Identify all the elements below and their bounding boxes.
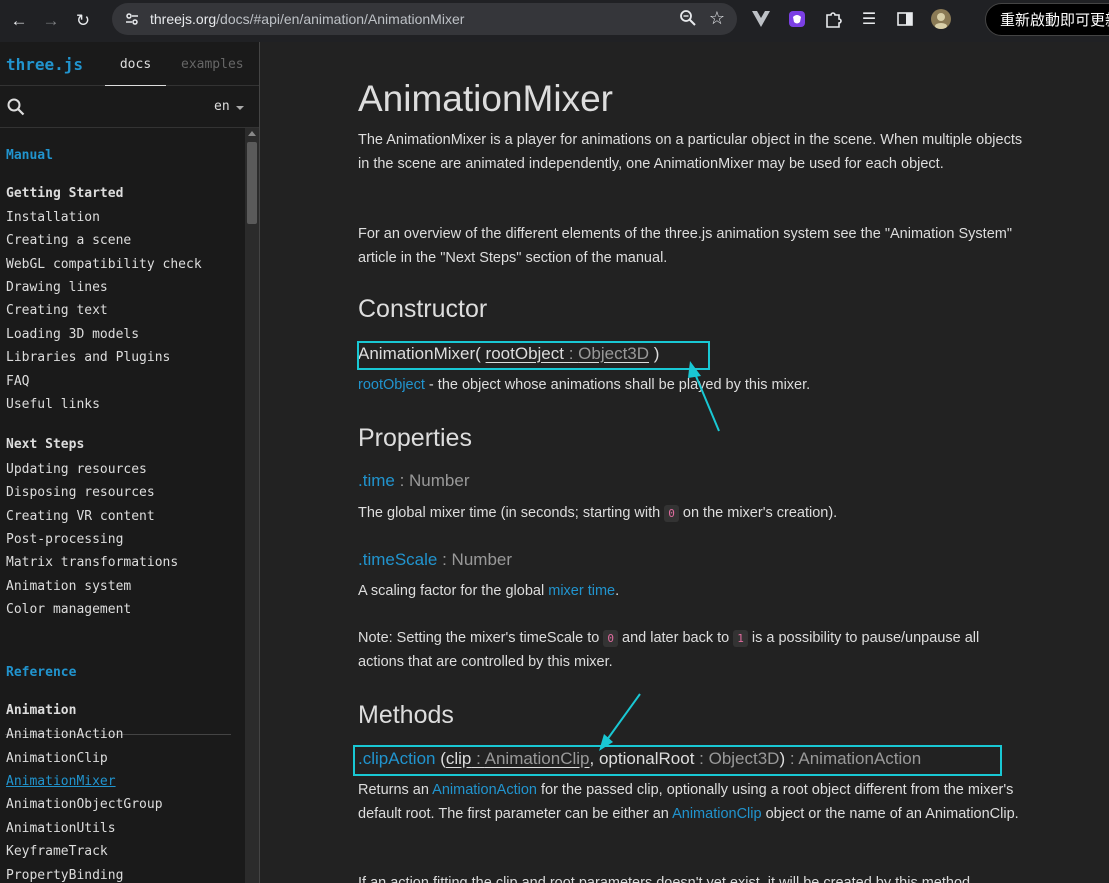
nav-item-updating-resources[interactable]: Updating resources (6, 462, 147, 477)
nav-item-color-management[interactable]: Color management (6, 602, 131, 617)
annotation-arrow-constructor (688, 361, 720, 432)
sidebar-scrollbar[interactable] (245, 128, 259, 883)
nav-section-reference[interactable]: Reference (6, 665, 76, 680)
back-icon[interactable]: ← (6, 8, 32, 34)
profile-avatar-icon[interactable] (930, 8, 952, 30)
address-bar[interactable]: threejs.org/docs/#api/en/animation/Anima… (112, 3, 737, 35)
nav-item-animationaction[interactable]: AnimationAction (6, 727, 123, 742)
nav-item-libraries-and-plugins[interactable]: Libraries and Plugins (6, 350, 170, 365)
nav-group-getting-started: Getting Started (6, 186, 124, 201)
nav-group-next-steps: Next Steps (6, 437, 85, 452)
doc-content: AnimationMixer The AnimationMixer is a p… (261, 42, 1109, 883)
restart-to-update-button[interactable]: 重新啟動即可更新 (985, 3, 1109, 36)
tab-examples[interactable]: examples (181, 57, 244, 72)
nav-item-animationutils[interactable]: AnimationUtils (6, 821, 116, 836)
chevron-down-icon[interactable] (236, 106, 244, 110)
nav-item-keyframetrack[interactable]: KeyframeTrack (6, 844, 108, 859)
forward-icon[interactable]: → (38, 8, 64, 34)
nav-item-creating-text[interactable]: Creating text (6, 303, 108, 318)
nav-item-drawing-lines[interactable]: Drawing lines (6, 280, 108, 295)
bookmark-star-icon[interactable]: ☆ (709, 9, 725, 32)
nav-item-creating-a-scene[interactable]: Creating a scene (6, 233, 131, 248)
extensions-puzzle-icon[interactable] (822, 8, 844, 30)
nav-item-propertybinding[interactable]: PropertyBinding (6, 868, 123, 883)
nav-item-webgl-compatibility-check[interactable]: WebGL compatibility check (6, 257, 202, 272)
nav-section-manual[interactable]: Manual (6, 148, 53, 163)
nav-group-animation: Animation (6, 703, 77, 718)
nav-item-disposing-resources[interactable]: Disposing resources (6, 485, 155, 500)
search-icon[interactable] (7, 98, 25, 121)
annotation-arrow-clip (599, 693, 641, 751)
nav-item-animation-system[interactable]: Animation system (6, 579, 131, 594)
browser-toolbar: ← → ↻ threejs.org/docs/#api/en/animation… (0, 0, 1109, 42)
extension-shield-icon[interactable] (786, 8, 808, 30)
url-text: threejs.org/docs/#api/en/animation/Anima… (150, 11, 465, 27)
nav-item-post-processing[interactable]: Post-processing (6, 532, 123, 547)
nav-item-creating-vr-content[interactable]: Creating VR content (6, 509, 155, 524)
nav-item-animationclip[interactable]: AnimationClip (6, 751, 108, 766)
nav-item-animationmixer[interactable]: AnimationMixer (6, 774, 116, 789)
vue-devtools-icon[interactable] (750, 8, 772, 30)
nav-item-matrix-transformations[interactable]: Matrix transformations (6, 555, 178, 570)
media-controls-icon[interactable]: ☰ (858, 8, 880, 30)
nav-item-installation[interactable]: Installation (6, 210, 100, 225)
docs-sidebar: three.js docs examples en Manual Getting … (0, 42, 260, 883)
nav-item-useful-links[interactable]: Useful links (6, 397, 100, 412)
brand-logo[interactable]: three.js (6, 55, 83, 74)
scroll-up-arrow-icon[interactable] (248, 131, 256, 136)
nav-item-animationobjectgroup[interactable]: AnimationObjectGroup (6, 797, 163, 812)
reload-icon[interactable]: ↻ (70, 8, 96, 34)
language-select[interactable]: en (214, 99, 230, 114)
zoom-icon[interactable] (679, 9, 697, 32)
nav-item-loading-3d-models[interactable]: Loading 3D models (6, 327, 139, 342)
annotation-arrows (599, 361, 720, 751)
side-panel-icon[interactable] (894, 8, 916, 30)
search-bar[interactable]: en (0, 86, 259, 128)
scrollbar-thumb[interactable] (247, 142, 257, 224)
site-info-icon[interactable] (118, 11, 146, 27)
tab-docs[interactable]: docs (105, 57, 166, 86)
nav-item-faq[interactable]: FAQ (6, 374, 29, 389)
sidebar-header: three.js docs examples (0, 42, 259, 86)
